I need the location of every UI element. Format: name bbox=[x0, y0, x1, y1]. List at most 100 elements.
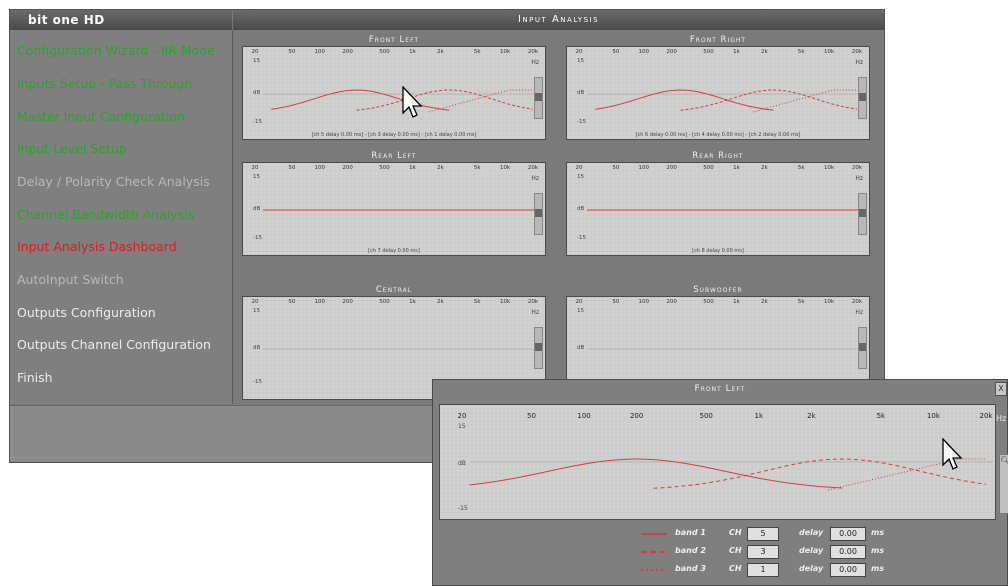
magnifier-icon[interactable]: 🔍︎ bbox=[1000, 456, 1008, 466]
panel-title: Rear Left bbox=[371, 151, 417, 161]
frequency-tick-label: 100 bbox=[314, 49, 326, 55]
frequency-tick-label: 2k bbox=[760, 165, 768, 171]
frequency-tick-label: 2k bbox=[807, 412, 816, 420]
frequency-tick-label: 5k bbox=[473, 165, 481, 171]
panel-front-left[interactable]: Front Left 20 50 100 200 500 1k 2k 5k 10k 20k Hz 15 d… bbox=[242, 34, 546, 140]
ms-unit-label: ms bbox=[871, 546, 885, 555]
panel-title: Subwoofer bbox=[693, 285, 743, 295]
delay-label: delay bbox=[799, 564, 824, 573]
detail-title: Front Left bbox=[694, 384, 746, 394]
scrollbar[interactable] bbox=[534, 77, 543, 119]
frequency-tick-label: 20k bbox=[527, 165, 539, 171]
scrollbar[interactable] bbox=[534, 193, 543, 235]
close-button[interactable]: X bbox=[995, 382, 1007, 396]
channel-input[interactable]: 1 bbox=[747, 563, 779, 577]
db-label: dB bbox=[458, 460, 466, 467]
sidebar-item-outputs-channel-config[interactable]: Outputs Channel Configuration bbox=[17, 337, 211, 352]
frequency-tick-label: 10k bbox=[926, 412, 940, 420]
scrollbar[interactable] bbox=[858, 77, 867, 119]
scrollbar-thumb[interactable] bbox=[859, 209, 866, 217]
db-max-label: 15 bbox=[577, 58, 584, 64]
band-label: band 2 bbox=[675, 546, 706, 555]
zoom-scrollbar[interactable]: 🔍︎ bbox=[999, 454, 1008, 514]
detail-plot: 20 50 100 200 500 1k 2k 5k 10k 20k 15 dB -15 bbox=[439, 404, 996, 520]
frequency-tick-label: 100 bbox=[577, 412, 591, 420]
panel-rear-right[interactable]: Rear Right 20 50 100 200 500 1k 2k 5k 10k 20k Hz 15 d… bbox=[566, 150, 870, 256]
frequency-tick-label: 1k bbox=[733, 299, 740, 305]
hz-unit-label: Hz bbox=[855, 309, 863, 316]
frequency-plot: 20 50 100 200 500 1k 2k 5k 10k 20k Hz 15 dB -15 [ch 7 … bbox=[242, 162, 546, 256]
frequency-tick-label: 2k bbox=[760, 299, 768, 305]
frequency-tick-label: 500 bbox=[379, 49, 390, 55]
db-min-label: -15 bbox=[458, 505, 468, 512]
db-max-label: 15 bbox=[253, 308, 260, 314]
frequency-tick-label: 200 bbox=[342, 299, 353, 305]
frequency-tick-label: 50 bbox=[288, 49, 296, 55]
frequency-tick-label: 20 bbox=[575, 49, 583, 55]
scrollbar[interactable] bbox=[534, 327, 543, 369]
channel-input[interactable]: 5 bbox=[747, 527, 779, 541]
scrollbar-thumb[interactable] bbox=[859, 93, 866, 101]
panel-title: Front Right bbox=[689, 35, 747, 45]
sidebar-item-input-analysis-dashboard[interactable]: Input Analysis Dashboard bbox=[17, 239, 177, 254]
delay-label: delay bbox=[799, 546, 824, 555]
frequency-tick-label: 50 bbox=[288, 165, 296, 171]
frequency-tick-label: 100 bbox=[314, 299, 326, 305]
sidebar-item-outputs-configuration[interactable]: Outputs Configuration bbox=[17, 305, 156, 320]
sidebar-item-channel-bandwidth[interactable]: Channel Bandwidth Analysis bbox=[17, 207, 194, 222]
delay-input[interactable]: 0.00 bbox=[830, 563, 866, 577]
frequency-tick-label: 2k bbox=[436, 299, 444, 305]
sidebar-item-configuration-wizard[interactable]: Configuration Wizard - IIR Mode bbox=[17, 43, 215, 58]
frequency-tick-label: 20 bbox=[575, 299, 583, 305]
frequency-tick-label: 20 bbox=[575, 165, 583, 171]
hz-unit-label: Hz bbox=[855, 59, 863, 66]
sidebar-item-finish[interactable]: Finish bbox=[17, 370, 53, 385]
frequency-tick-label: 50 bbox=[527, 412, 536, 420]
band-line-style-icon bbox=[641, 569, 667, 571]
db-min-label: -15 bbox=[577, 119, 586, 125]
scrollbar-thumb[interactable] bbox=[535, 343, 542, 351]
scrollbar-thumb[interactable] bbox=[859, 343, 866, 351]
frequency-tick-label: 100 bbox=[314, 165, 326, 171]
sidebar-item-master-input[interactable]: Master Input Configuration bbox=[17, 109, 185, 124]
frequency-tick-label: 100 bbox=[638, 49, 650, 55]
grid-background bbox=[567, 163, 869, 255]
frequency-tick-label: 20k bbox=[527, 49, 539, 55]
scrollbar-thumb[interactable] bbox=[535, 93, 542, 101]
frequency-tick-label: 200 bbox=[342, 49, 353, 55]
scrollbar-thumb[interactable] bbox=[535, 209, 542, 217]
channel-delay-label: [ch 5 delay 0.00 ms] - [ch 3 delay 0.00 … bbox=[311, 132, 477, 138]
delay-label: delay bbox=[799, 528, 824, 537]
sidebar: Configuration Wizard - IIR Mode Inputs S… bbox=[10, 30, 233, 404]
sidebar-item-inputs-setup[interactable]: Inputs Setup - Pass Through bbox=[17, 76, 192, 91]
sidebar-item-input-level[interactable]: Input Level Setup bbox=[17, 141, 127, 156]
channel-input[interactable]: 3 bbox=[747, 545, 779, 559]
frequency-tick-label: 500 bbox=[379, 165, 390, 171]
frequency-tick-label: 100 bbox=[638, 165, 650, 171]
frequency-tick-label: 5k bbox=[797, 49, 805, 55]
frequency-tick-label: 5k bbox=[473, 49, 481, 55]
db-label: dB bbox=[577, 90, 585, 96]
frequency-tick-label: 200 bbox=[666, 299, 677, 305]
sidebar-item-delay-polarity[interactable]: Delay / Polarity Check Analysis bbox=[17, 174, 210, 189]
frequency-tick-label: 5k bbox=[473, 299, 481, 305]
frequency-tick-label: 20 bbox=[457, 412, 467, 420]
panel-rear-left[interactable]: Rear Left 20 50 100 200 500 1k 2k 5k 10k 20k Hz 15 dB… bbox=[242, 150, 546, 256]
hz-unit-label: Hz bbox=[531, 59, 539, 66]
frequency-tick-label: 500 bbox=[703, 299, 714, 305]
band-label: band 1 bbox=[675, 528, 706, 537]
grid-background bbox=[567, 47, 869, 139]
panel-front-right[interactable]: Front Right 20 50 100 200 500 1k 2k 5k 10k 20k Hz 15… bbox=[566, 34, 870, 140]
frequency-tick-label: 20k bbox=[851, 165, 863, 171]
delay-input[interactable]: 0.00 bbox=[830, 527, 866, 541]
frequency-tick-label: 500 bbox=[699, 412, 713, 420]
frequency-tick-label: 200 bbox=[666, 165, 677, 171]
db-max-label: 15 bbox=[253, 58, 260, 64]
sidebar-item-autoinput-switch[interactable]: AutoInput Switch bbox=[17, 272, 124, 287]
frequency-tick-label: 10k bbox=[500, 165, 511, 171]
scrollbar[interactable] bbox=[858, 327, 867, 369]
frequency-tick-label: 5k bbox=[797, 165, 805, 171]
db-min-label: -15 bbox=[253, 119, 262, 125]
delay-input[interactable]: 0.00 bbox=[830, 545, 866, 559]
scrollbar[interactable] bbox=[858, 193, 867, 235]
